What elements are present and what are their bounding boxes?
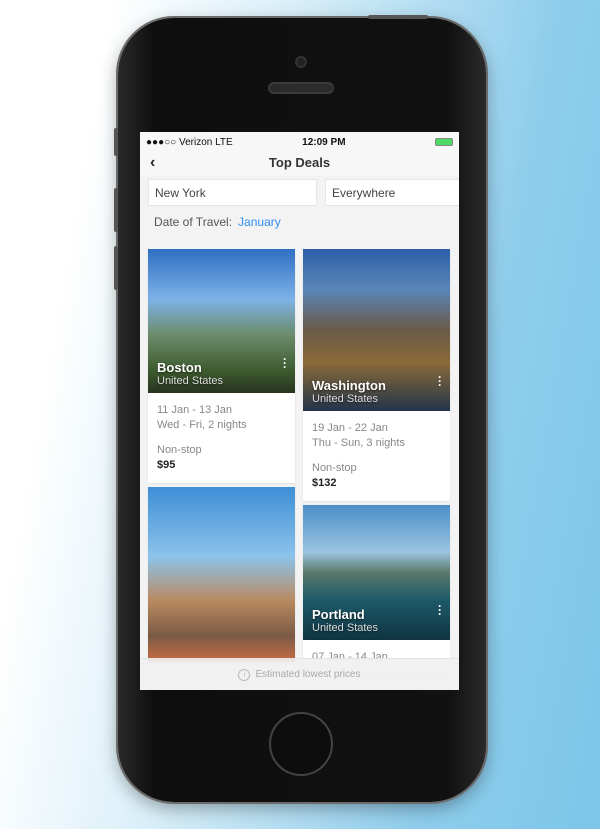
- page-title: Top Deals: [268, 155, 331, 170]
- origin-input[interactable]: [148, 179, 317, 206]
- mute-switch: [114, 128, 118, 156]
- clock: 12:09 PM: [302, 136, 346, 148]
- country-name: United States: [157, 375, 224, 387]
- deal-card-washington[interactable]: Washington United States · · · 19 Jan - 22 …: [303, 249, 450, 501]
- more-vertical-icon[interactable]: · · ·: [438, 600, 442, 620]
- city-image: Washington United States · · ·: [303, 249, 450, 411]
- volume-down-button: [114, 246, 118, 290]
- more-vertical-icon[interactable]: · · ·: [438, 371, 442, 391]
- chevron-left-icon[interactable]: ‹: [150, 152, 155, 174]
- country-name: United States: [312, 622, 379, 634]
- travel-dates: 19 Jan - 22 Jan: [312, 422, 388, 434]
- date-label: Date of Travel:: [154, 215, 233, 229]
- city-name: Portland: [312, 607, 365, 622]
- flight-type: Non-stop: [312, 462, 357, 474]
- date-value-link[interactable]: January: [238, 215, 281, 229]
- city-image: Portland United States · · ·: [303, 505, 450, 640]
- city-name: Washington: [312, 378, 386, 393]
- deal-card-boston[interactable]: Boston United States · · · 11 Jan - 13 Jan …: [148, 249, 295, 483]
- camera: [295, 56, 307, 68]
- nav-bar: ‹ Top Deals: [140, 152, 459, 176]
- deal-card-dallas[interactable]: [148, 487, 295, 662]
- carrier: ●●●○○ Verizon LTE: [146, 136, 233, 148]
- volume-up-button: [114, 188, 118, 232]
- city-image: Boston United States · · ·: [148, 249, 295, 393]
- travel-dates: 11 Jan - 13 Jan: [157, 404, 233, 416]
- travel-days: Wed - Fri, 2 nights: [157, 419, 247, 431]
- battery-icon: [434, 138, 453, 146]
- travel-days: Thu - Sun, 3 nights: [312, 437, 405, 449]
- footer-text: Estimated lowest prices: [255, 669, 361, 680]
- info-icon: i: [238, 668, 251, 681]
- date-of-travel: Date of Travel: January: [140, 206, 459, 240]
- screen: ●●●○○ Verizon LTE 12:09 PM ‹ Top Deals D…: [140, 132, 459, 690]
- city-name: Boston: [157, 360, 202, 375]
- home-button[interactable]: [269, 712, 333, 776]
- speaker: [268, 82, 334, 94]
- power-button: [368, 15, 428, 19]
- destination-input[interactable]: [325, 179, 459, 206]
- city-image: [148, 487, 295, 662]
- more-vertical-icon[interactable]: · · ·: [283, 353, 287, 373]
- country-name: United States: [312, 393, 379, 405]
- deal-card-portland[interactable]: Portland United States · · · 07 Jan - 14 Ja…: [303, 505, 450, 675]
- status-bar: ●●●○○ Verizon LTE 12:09 PM: [140, 132, 459, 152]
- footer-note: i Estimated lowest prices: [140, 658, 459, 690]
- flight-type: Non-stop: [157, 444, 202, 456]
- price: $95: [157, 459, 176, 471]
- price: $132: [312, 477, 337, 489]
